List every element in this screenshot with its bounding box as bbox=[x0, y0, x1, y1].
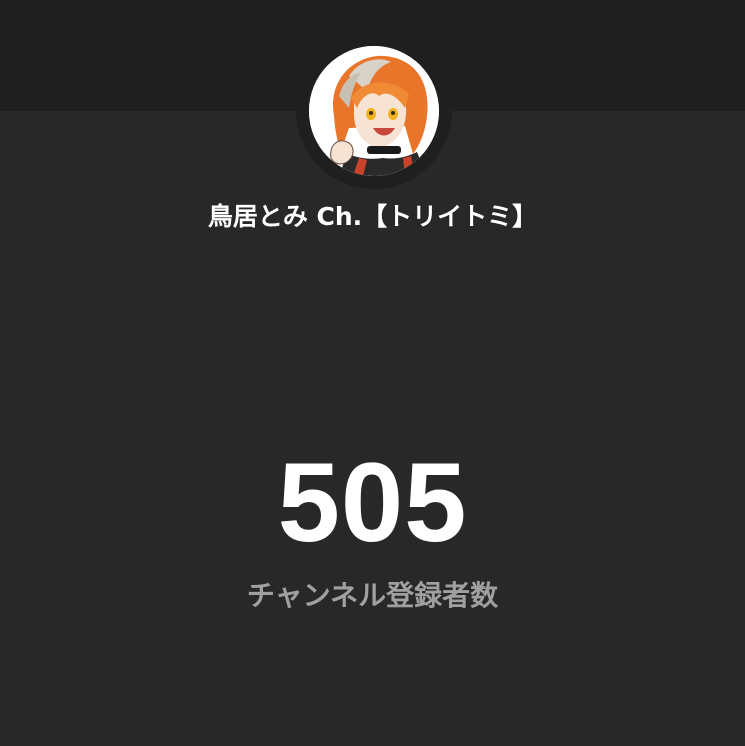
channel-avatar[interactable] bbox=[309, 46, 439, 176]
channel-name: 鳥居とみ Ch.【トリイトミ】 bbox=[207, 202, 538, 231]
subscriber-count-label: チャンネル登録者数 bbox=[246, 579, 499, 612]
channel-avatar-icon bbox=[309, 46, 439, 176]
subscriber-counter-screen: 鳥居とみ Ch.【トリイトミ】 505 チャンネル登録者数 bbox=[0, 0, 745, 746]
subscriber-count: 505 bbox=[277, 440, 468, 565]
